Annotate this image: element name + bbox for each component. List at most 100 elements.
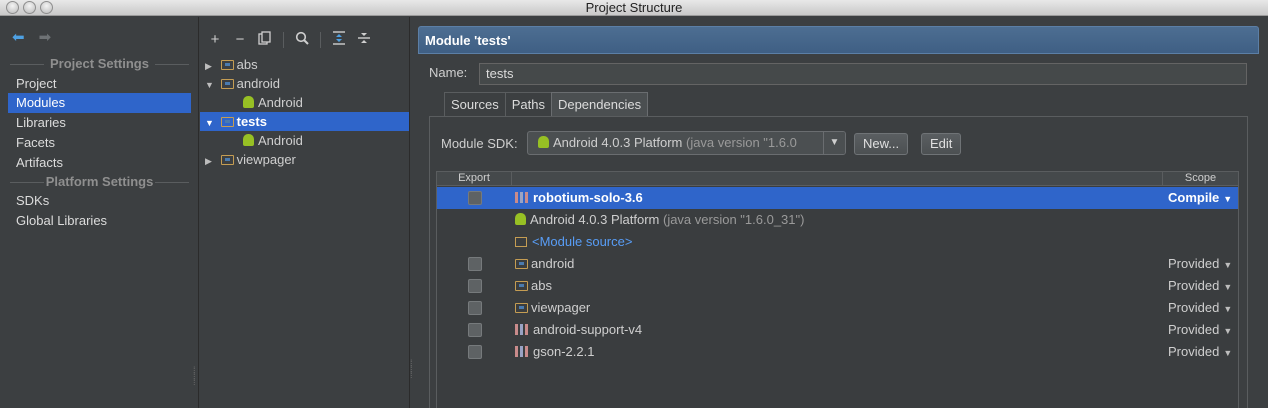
settings-sidebar: ⬅ ➡ Project Settings Project Modules Lib… (0, 17, 199, 408)
expand-arrow-icon[interactable]: ▶ (205, 152, 217, 171)
chevron-down-icon: ▼ (1223, 282, 1233, 292)
tree-item-label: Android (258, 133, 303, 148)
arrow-right-icon[interactable]: ➡ (39, 30, 52, 45)
dependency-name: <Module source> (532, 234, 633, 249)
module-sdk-dropdown[interactable]: Android 4.0.3 Platform (java version "1.… (527, 131, 846, 155)
minimize-window-icon[interactable] (23, 1, 36, 14)
nav-arrows: ⬅ ➡ (12, 30, 51, 45)
dependency-name: gson-2.2.1 (533, 344, 595, 359)
table-row[interactable]: android Provided ▼ (437, 253, 1238, 275)
chevron-down-icon[interactable]: ▼ (823, 132, 845, 154)
scope-value: Provided (1168, 322, 1220, 337)
module-folder-icon (220, 60, 234, 70)
table-row[interactable]: android-support-v4 Provided ▼ (437, 319, 1238, 341)
android-icon (515, 213, 526, 225)
platform-settings-title: Platform Settings (0, 174, 199, 189)
column-header-scope[interactable]: Scope (1162, 172, 1238, 186)
title-bar: Project Structure (0, 0, 1268, 16)
scope-dropdown[interactable]: Provided ▼ (1168, 275, 1232, 298)
add-module-button[interactable]: + (208, 32, 222, 47)
collapse-all-icon[interactable] (357, 31, 371, 48)
module-name-input[interactable]: tests (479, 63, 1247, 85)
sidebar-item-libraries[interactable]: Libraries (8, 113, 191, 133)
tree-toolbar: + − (208, 31, 371, 48)
table-row[interactable]: abs Provided ▼ (437, 275, 1238, 297)
remove-module-button[interactable]: − (233, 32, 247, 47)
table-row[interactable]: <Module source> (437, 231, 1238, 253)
export-checkbox[interactable] (468, 191, 482, 205)
dependency-detail: (java version "1.6.0_31") (662, 212, 805, 227)
tree-item-label: android (236, 76, 280, 91)
module-folder-icon (220, 79, 234, 89)
search-icon[interactable] (295, 31, 309, 48)
module-folder-icon (515, 259, 528, 269)
sidebar-item-modules[interactable]: Modules (8, 93, 191, 113)
tab-dependencies[interactable]: Dependencies (550, 92, 649, 116)
scope-value: Compile (1168, 190, 1220, 205)
table-row[interactable]: Android 4.0.3 Platform (java version "1.… (437, 209, 1238, 231)
new-sdk-button[interactable]: New... (854, 133, 909, 155)
edit-sdk-button[interactable]: Edit (921, 133, 962, 155)
chevron-down-icon: ▼ (1223, 260, 1233, 270)
copy-icon[interactable] (258, 31, 272, 48)
chevron-down-icon: ▼ (1223, 326, 1233, 336)
android-icon (538, 136, 549, 148)
scope-value: Provided (1168, 344, 1220, 359)
export-checkbox[interactable] (468, 301, 482, 315)
scope-dropdown[interactable]: Provided ▼ (1168, 253, 1232, 276)
project-settings-title: Project Settings (0, 56, 199, 71)
scope-value: Provided (1168, 300, 1220, 315)
chevron-down-icon: ▼ (1223, 348, 1233, 358)
table-row[interactable]: viewpager Provided ▼ (437, 297, 1238, 319)
export-checkbox[interactable] (468, 345, 482, 359)
dependency-name: Android 4.0.3 Platform (530, 212, 660, 227)
export-checkbox[interactable] (468, 323, 482, 337)
scope-dropdown[interactable]: Provided ▼ (1168, 319, 1232, 342)
name-label: Name: (429, 65, 468, 80)
expand-all-icon[interactable] (332, 31, 346, 48)
tree-item-viewpager[interactable]: ▶ viewpager (200, 150, 409, 169)
table-row[interactable]: gson-2.2.1 Provided ▼ (437, 341, 1238, 363)
export-checkbox[interactable] (468, 279, 482, 293)
scope-dropdown[interactable]: Provided ▼ (1168, 341, 1232, 364)
chevron-down-icon: ▼ (1223, 304, 1233, 314)
scope-dropdown[interactable]: Provided ▼ (1168, 297, 1232, 320)
column-header-export[interactable]: Export (437, 172, 512, 186)
library-icon (515, 346, 528, 357)
table-row[interactable]: robotium-solo-3.6 Compile ▼ (437, 187, 1238, 209)
dependency-name: abs (531, 278, 552, 293)
tree-item-tests-android-facet[interactable]: Android (200, 131, 409, 150)
table-header: Export Scope (437, 172, 1238, 186)
sidebar-item-facets[interactable]: Facets (8, 133, 191, 153)
tree-item-android[interactable]: ▼ android (200, 74, 409, 93)
module-sdk-detail: (java version "1.6.0 (685, 135, 797, 150)
sidebar-item-artifacts[interactable]: Artifacts (8, 153, 191, 173)
source-folder-icon (515, 237, 527, 247)
tree-item-label: viewpager (236, 152, 296, 167)
sidebar-item-sdks[interactable]: SDKs (8, 191, 191, 211)
splitter-grip-icon[interactable]: ⁞ ⁞ ⁞ (410, 359, 413, 380)
splitter-grip-icon[interactable]: ⁞ ⁞ ⁞ (193, 366, 196, 387)
tree-item-android-facet[interactable]: Android (200, 93, 409, 112)
scope-value: Provided (1168, 278, 1220, 293)
module-details-panel: Module 'tests' Name: tests Sources Paths… (414, 17, 1268, 408)
tree-item-label: tests (236, 114, 267, 129)
close-window-icon[interactable] (6, 1, 19, 14)
dependency-name: android (531, 256, 575, 271)
tree-item-tests[interactable]: ▼ tests (200, 112, 409, 131)
module-folder-icon (220, 117, 234, 127)
toolbar-separator (320, 31, 321, 48)
sidebar-item-project[interactable]: Project (8, 74, 191, 94)
export-checkbox[interactable] (468, 257, 482, 271)
android-icon (243, 96, 254, 108)
tree-item-abs[interactable]: ▶ abs (200, 55, 409, 74)
library-icon (515, 192, 528, 203)
tree-item-label: Android (258, 95, 303, 110)
tab-sources[interactable]: Sources (444, 92, 506, 116)
window-title: Project Structure (585, 0, 683, 15)
sidebar-item-global-libraries[interactable]: Global Libraries (8, 211, 191, 231)
arrow-left-icon[interactable]: ⬅ (12, 30, 25, 45)
zoom-window-icon[interactable] (40, 1, 53, 14)
tab-paths[interactable]: Paths (504, 92, 552, 116)
scope-dropdown[interactable]: Compile ▼ (1168, 187, 1232, 210)
